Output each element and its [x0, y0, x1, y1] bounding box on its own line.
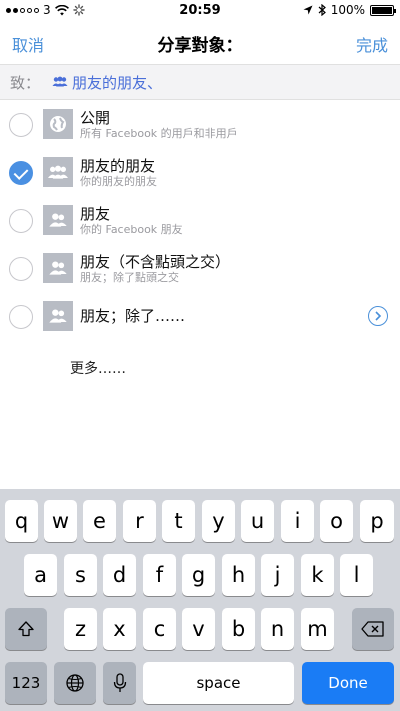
friends-except-icon — [43, 301, 73, 331]
chevron-right-icon[interactable] — [368, 306, 388, 326]
friends-group-icon — [52, 76, 68, 87]
option-title: 朋友；除了…… — [80, 307, 186, 325]
battery-percent: 100% — [330, 3, 365, 17]
key-a[interactable]: a — [24, 554, 57, 596]
microphone-key[interactable] — [103, 662, 136, 704]
battery-fill — [372, 6, 392, 14]
key-s[interactable]: s — [64, 554, 97, 596]
key-e[interactable]: e — [83, 500, 116, 542]
status-bar: 3 20:59 100% — [0, 0, 400, 20]
audience-option-friends-except-acquaintances[interactable]: 朋友（不含點頭之交） 朋友；除了點頭之交 — [0, 245, 400, 293]
friends-group-icon — [43, 157, 73, 187]
key-q[interactable]: q — [5, 500, 38, 542]
option-text: 朋友的朋友 你的朋友的朋友 — [80, 157, 157, 188]
done-key[interactable]: Done — [302, 662, 394, 704]
key-k[interactable]: k — [301, 554, 334, 596]
radio-button[interactable] — [9, 305, 33, 329]
recipient-token[interactable]: 朋友的朋友、 — [52, 72, 162, 93]
option-subtitle: 所有 Facebook 的用戶和非用戶 — [80, 127, 238, 140]
done-button[interactable]: 完成 — [356, 32, 388, 56]
option-subtitle: 朋友；除了點頭之交 — [80, 271, 179, 284]
location-arrow-icon — [303, 5, 313, 15]
key-c[interactable]: c — [143, 608, 176, 650]
key-x[interactable]: x — [103, 608, 136, 650]
microphone-icon — [113, 673, 126, 692]
audience-option-friends-except[interactable]: 朋友；除了…… — [0, 293, 400, 341]
option-title: 公開 — [80, 109, 111, 127]
key-o[interactable]: o — [320, 500, 353, 542]
key-j[interactable]: j — [261, 554, 294, 596]
more-link[interactable]: 更多…… — [70, 358, 126, 378]
audience-option-public[interactable]: 公開 所有 Facebook 的用戶和非用戶 — [0, 101, 400, 149]
radio-button[interactable] — [9, 209, 33, 233]
key-u[interactable]: u — [241, 500, 274, 542]
key-m[interactable]: m — [301, 608, 334, 650]
option-text: 公開 所有 Facebook 的用戶和非用戶 — [80, 109, 238, 140]
battery-icon — [370, 4, 396, 16]
audience-option-friends[interactable]: 朋友 你的 Facebook 朋友 — [0, 197, 400, 245]
friends-icon — [43, 205, 73, 235]
key-n[interactable]: n — [261, 608, 294, 650]
key-y[interactable]: y — [202, 500, 235, 542]
friends-icon — [43, 253, 73, 283]
option-subtitle: 你的 Facebook 朋友 — [80, 223, 183, 236]
recipient-value: 朋友的朋友、 — [72, 73, 163, 92]
key-v[interactable]: v — [182, 608, 215, 650]
globe-key[interactable] — [54, 662, 96, 704]
key-t[interactable]: t — [162, 500, 195, 542]
globe-icon — [66, 674, 84, 692]
page-title: 分享對象： — [157, 36, 243, 56]
option-title: 朋友 — [80, 205, 111, 223]
audience-option-friends-of-friends[interactable]: 朋友的朋友 你的朋友的朋友 — [0, 149, 400, 197]
option-text: 朋友（不含點頭之交） 朋友；除了點頭之交 — [80, 253, 230, 284]
key-p[interactable]: p — [360, 500, 394, 542]
space-key[interactable]: space — [143, 662, 294, 704]
radio-button[interactable] — [9, 113, 33, 137]
shift-key[interactable] — [5, 608, 47, 650]
option-text: 朋友 你的 Facebook 朋友 — [80, 205, 183, 236]
nav-bar: 取消 分享對象： 完成 — [0, 20, 400, 64]
globe-icon — [43, 109, 73, 139]
key-l[interactable]: l — [340, 554, 373, 596]
key-i[interactable]: i — [281, 500, 314, 542]
key-h[interactable]: h — [222, 554, 255, 596]
option-subtitle: 你的朋友的朋友 — [80, 175, 157, 188]
shift-icon — [18, 621, 34, 637]
audience-list: 公開 所有 Facebook 的用戶和非用戶 朋友的朋友 你的朋友的朋友 朋友 … — [0, 100, 400, 340]
key-d[interactable]: d — [103, 554, 136, 596]
status-right: 100% — [303, 3, 396, 17]
numbers-key[interactable]: 123 — [5, 662, 47, 704]
key-b[interactable]: b — [222, 608, 255, 650]
delete-key[interactable] — [352, 608, 394, 650]
key-g[interactable]: g — [182, 554, 215, 596]
keyboard: q w e r t y u i o p a s d f g h j k l z … — [0, 489, 400, 711]
radio-button[interactable] — [9, 257, 33, 281]
option-title: 朋友（不含點頭之交） — [80, 253, 231, 271]
recipient-row[interactable]: 致： 朋友的朋友、 — [0, 64, 400, 100]
option-text: 朋友；除了…… — [80, 301, 185, 331]
key-w[interactable]: w — [44, 500, 77, 542]
recipient-label: 致： — [10, 73, 41, 92]
key-f[interactable]: f — [143, 554, 176, 596]
backspace-icon — [361, 621, 384, 637]
bluetooth-icon — [318, 4, 326, 16]
radio-button-selected[interactable] — [9, 161, 33, 185]
option-title: 朋友的朋友 — [80, 157, 156, 175]
key-r[interactable]: r — [123, 500, 156, 542]
key-z[interactable]: z — [64, 608, 97, 650]
